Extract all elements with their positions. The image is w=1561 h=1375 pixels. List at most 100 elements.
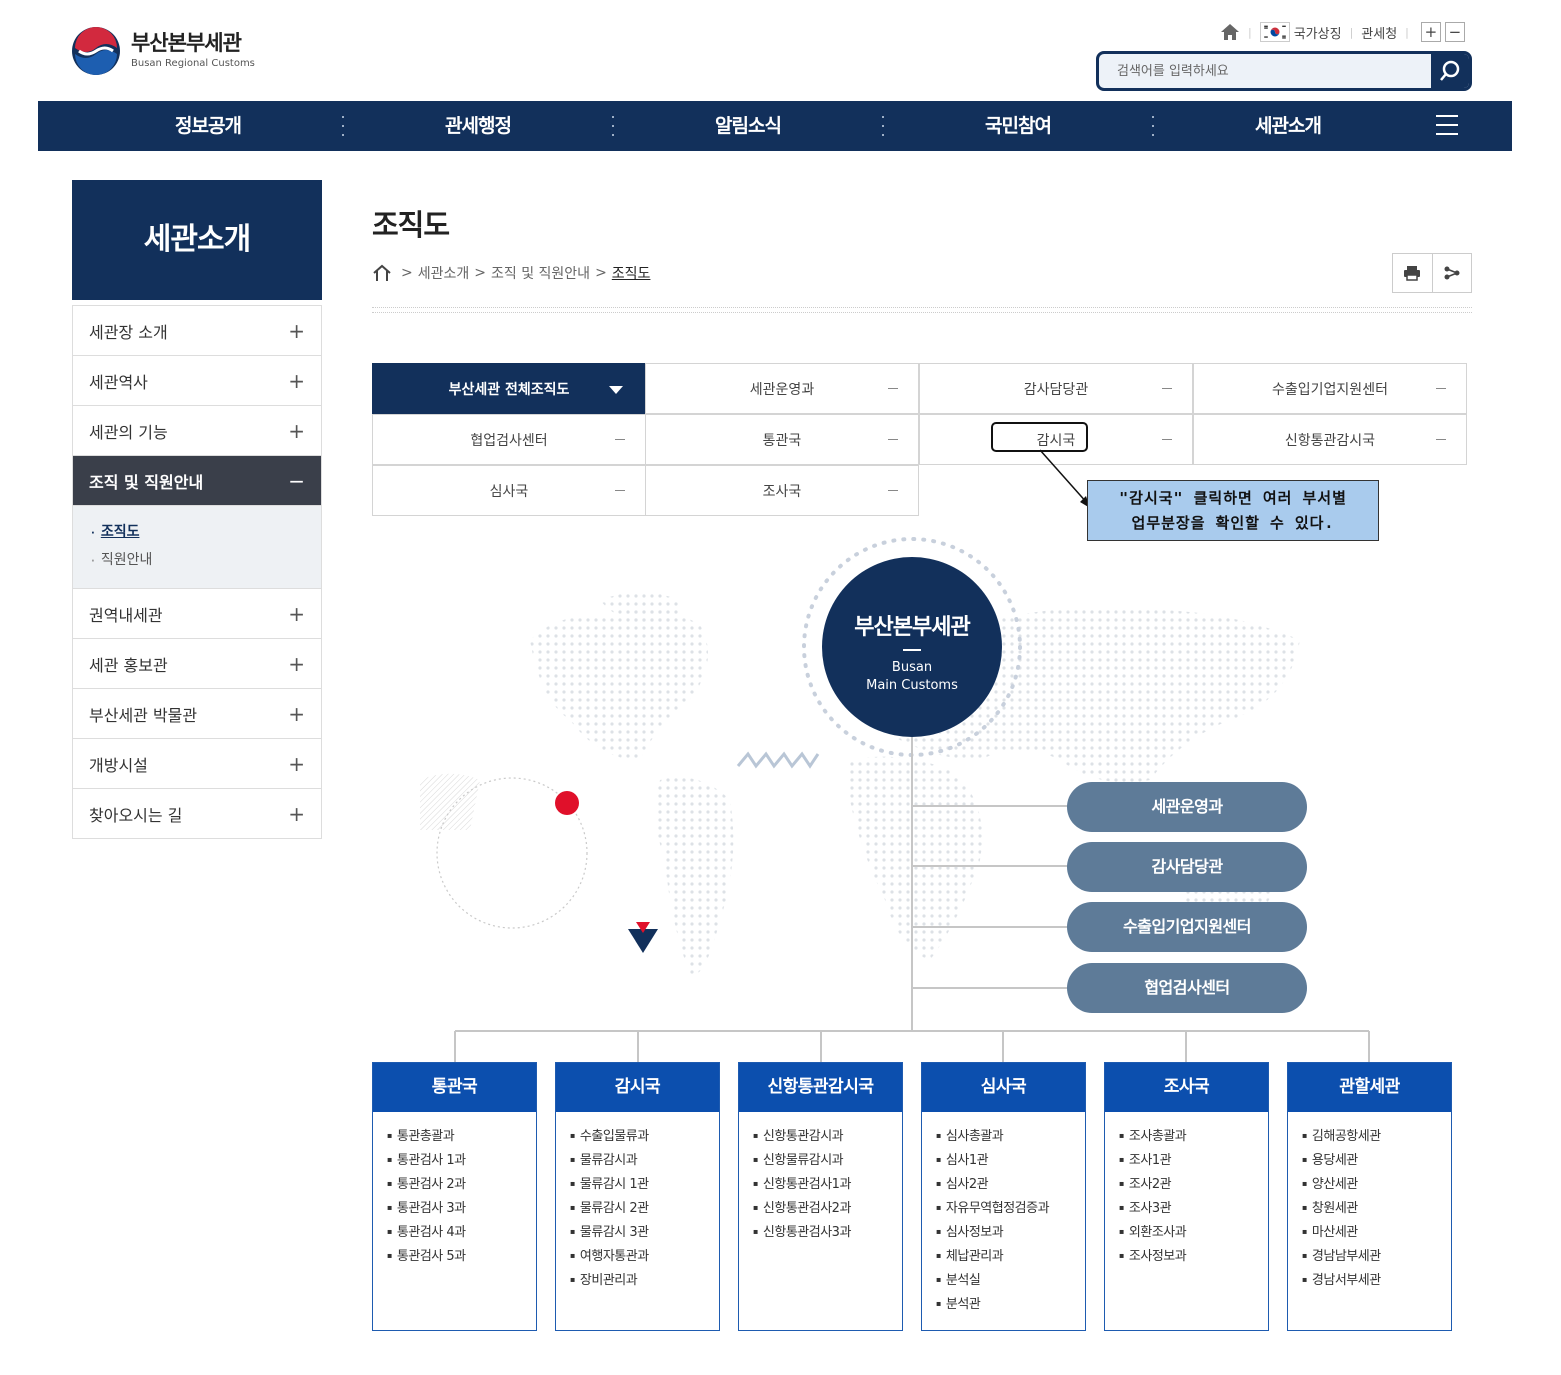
division-item: 김해공항세관 <box>1302 1124 1451 1148</box>
lnb-item-commissioner[interactable]: 세관장 소개 + <box>73 306 321 356</box>
lnb-item-open-facilities[interactable]: 개방시설 + <box>73 739 321 789</box>
tab-newport-clearance[interactable]: 신항통관감시국 <box>1193 414 1467 465</box>
division-item: 분석실 <box>936 1268 1085 1292</box>
hamburger-menu-icon[interactable] <box>1436 115 1458 135</box>
division-item: 경남서부세관 <box>1302 1268 1451 1292</box>
division-item: 마산세관 <box>1302 1220 1451 1244</box>
minus-icon <box>888 439 898 440</box>
lnb-subitem-staff[interactable]: · 직원안내 <box>91 546 305 574</box>
division-item: 통관검사 5과 <box>387 1244 536 1268</box>
lnb-item-organization[interactable]: 조직 및 직원안내 − <box>73 456 321 506</box>
search-input[interactable] <box>1099 54 1431 88</box>
site-logo[interactable]: 부산본부세관 Busan Regional Customs <box>71 26 271 76</box>
share-button[interactable] <box>1431 254 1471 292</box>
divider: | <box>1349 25 1354 39</box>
bureau-title: 조사국 <box>1105 1063 1268 1112</box>
print-button[interactable] <box>1393 254 1432 292</box>
hq-english-name: Main Customs <box>866 678 958 693</box>
lnb-item-label: 조직 및 직원안내 <box>89 472 204 492</box>
division-item: 물류감시 2관 <box>570 1196 719 1220</box>
breadcrumb-item[interactable]: 세관소개 <box>418 263 470 283</box>
hq-name: 부산본부세관 <box>854 615 970 640</box>
bureau-box-jurisdiction[interactable]: 관할세관 김해공항세관 용당세관 양산세관 창원세관 마산세관 경남남부세관 경… <box>1287 1062 1452 1331</box>
breadcrumb-item[interactable]: 조직 및 직원안내 <box>491 263 590 283</box>
tab-full-org-chart[interactable]: 부산세관 전체조직도 <box>372 363 646 414</box>
tab-investigation[interactable]: 조사국 <box>645 465 919 516</box>
lnb-item-directions[interactable]: 찾아오시는 길 + <box>73 789 321 839</box>
gnb-item-info-disclosure[interactable]: 정보공개 <box>73 101 343 151</box>
division-item: 외환조사과 <box>1119 1220 1268 1244</box>
gnb-item-news[interactable]: 알림소식 <box>613 101 883 151</box>
bureau-box-surveillance[interactable]: 감시국 수출입물류과 물류감시과 물류감시 1관 물류감시 2관 물류감시 3관… <box>555 1062 720 1331</box>
bureau-box-investigation[interactable]: 조사국 조사총괄과 조사1관 조사2관 조사3관 외환조사과 조사정보과 <box>1104 1062 1269 1331</box>
division-item: 심사2관 <box>936 1172 1085 1196</box>
tab-trade-support[interactable]: 수출입기업지원센터 <box>1193 363 1467 414</box>
division-item: 분석관 <box>936 1292 1085 1316</box>
minus-icon: − <box>288 468 305 493</box>
gnb-item-participation[interactable]: 국민참여 <box>883 101 1153 151</box>
division-item: 통관총괄과 <box>387 1124 536 1148</box>
breadcrumb-separator: > <box>474 265 486 281</box>
divider: | <box>1405 25 1409 39</box>
division-item: 통관검사 2과 <box>387 1172 536 1196</box>
side-navigation: 세관장 소개 + 세관역사 + 세관의 기능 + 조직 및 직원안내 − · 조직도 · 직… <box>72 305 322 839</box>
national-symbol-link[interactable]: 국가상징 <box>1294 23 1342 42</box>
caret-down-icon <box>609 386 623 394</box>
division-item: 경남남부세관 <box>1302 1244 1451 1268</box>
printer-icon <box>1404 266 1421 281</box>
minus-icon <box>1162 439 1172 440</box>
staff-unit-operations[interactable]: 세관운영과 <box>1067 782 1307 832</box>
logo-korean-name: 부산본부세관 <box>131 31 242 55</box>
tab-audit-bureau[interactable]: 심사국 <box>372 465 646 516</box>
bureau-box-audit[interactable]: 심사국 심사총괄과 심사1관 심사2관 자유무역협정검증과 심사정보과 체납관리… <box>921 1062 1086 1331</box>
breadcrumb-current[interactable]: 조직도 <box>612 263 651 283</box>
lnb-submenu: · 조직도 · 직원안내 <box>73 506 321 589</box>
lnb-item-museum[interactable]: 부산세관 박물관 + <box>73 689 321 739</box>
zoom-out-button[interactable]: − <box>1444 22 1465 42</box>
tab-joint-inspection[interactable]: 협업검사센터 <box>372 414 646 465</box>
bureau-title: 심사국 <box>922 1063 1085 1112</box>
globe-decoration <box>420 773 588 929</box>
division-item: 심사총괄과 <box>936 1124 1085 1148</box>
hq-english-name: Busan <box>891 660 933 675</box>
lnb-item-functions[interactable]: 세관의 기능 + <box>73 406 321 456</box>
division-item: 장비관리과 <box>570 1268 719 1292</box>
hq-node: 부산본부세관 Busan Main Customs <box>822 557 1002 737</box>
lnb-item-regional-customs[interactable]: 권역내세관 + <box>73 589 321 639</box>
staff-unit-joint-inspection[interactable]: 협업검사센터 <box>1067 963 1307 1013</box>
title-divider <box>372 307 1472 313</box>
breadcrumb-separator: > <box>401 265 413 281</box>
staff-unit-trade-support[interactable]: 수출입기업지원센터 <box>1067 902 1307 952</box>
zoom-in-button[interactable]: + <box>1420 22 1441 42</box>
search-button[interactable] <box>1431 54 1469 88</box>
bureau-box-clearance[interactable]: 통관국 통관총괄과 통관검사 1과 통관검사 2과 통관검사 3과 통관검사 4… <box>372 1062 537 1331</box>
lnb-item-pr-hall[interactable]: 세관 홍보관 + <box>73 639 321 689</box>
gnb-item-customs-admin[interactable]: 관세행정 <box>343 101 613 151</box>
plus-icon: + <box>288 801 305 826</box>
lnb-item-label: 세관의 기능 <box>89 422 168 442</box>
tab-clearance[interactable]: 통관국 <box>645 414 919 465</box>
lnb-item-history[interactable]: 세관역사 + <box>73 356 321 406</box>
division-item: 창원세관 <box>1302 1196 1451 1220</box>
lnb-item-label: 부산세관 박물관 <box>89 705 198 725</box>
minus-icon <box>888 388 898 389</box>
tab-operations[interactable]: 세관운영과 <box>645 363 919 414</box>
staff-unit-audit[interactable]: 감사담당관 <box>1067 842 1307 892</box>
lnb-item-label: 찾아오시는 길 <box>89 805 183 825</box>
kcs-link[interactable]: 관세청 <box>1361 23 1397 42</box>
bureau-box-newport-clearance[interactable]: 신항통관감시국 신항통관감시과 신항물류감시과 신항통관검사1과 신항통관검사2… <box>738 1062 903 1331</box>
minus-icon <box>1436 388 1446 389</box>
location-marker-icon <box>628 922 658 953</box>
division-item: 신항물류감시과 <box>753 1148 902 1172</box>
lnb-subitem-org-chart[interactable]: · 조직도 <box>91 518 305 546</box>
gnb-item-about-customs[interactable]: 세관소개 <box>1153 101 1423 151</box>
division-item: 심사정보과 <box>936 1220 1085 1244</box>
division-item: 신항통관검사3과 <box>753 1220 902 1244</box>
lnb-item-label: 세관역사 <box>89 372 148 392</box>
divider: | <box>1248 25 1252 39</box>
tab-audit[interactable]: 감사담당관 <box>919 363 1193 414</box>
government-emblem-icon <box>72 27 120 75</box>
home-icon[interactable] <box>372 264 392 282</box>
bureau-title: 신항통관감시국 <box>739 1063 902 1112</box>
home-icon[interactable] <box>1220 23 1240 41</box>
